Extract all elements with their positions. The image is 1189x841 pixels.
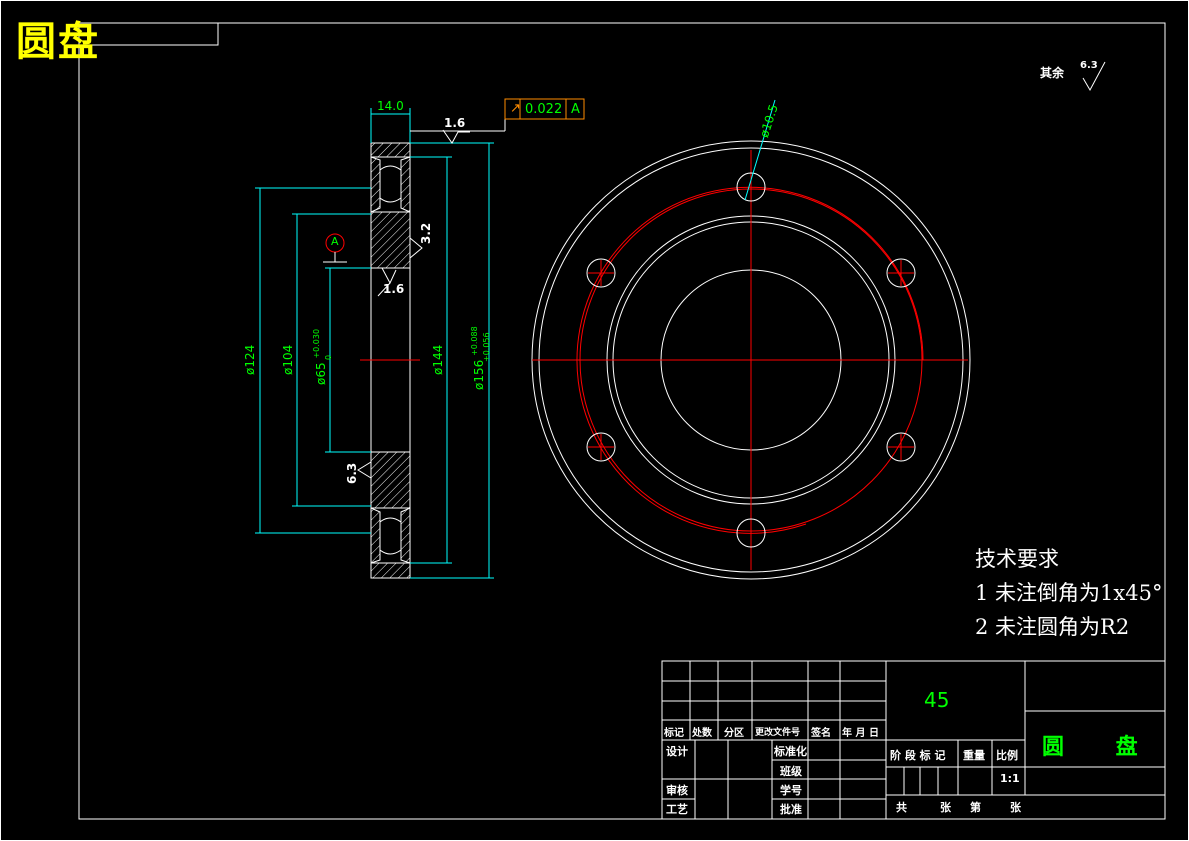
outer-frame (0, 0, 1189, 841)
sheets-unit-2: 张 (1010, 801, 1021, 814)
dim-d65-tol-lower: 0 (324, 354, 333, 360)
datum-label: A (331, 235, 339, 248)
total-sheets-label: 共 (896, 801, 907, 814)
weight-label: 重量 (963, 749, 985, 762)
scale-label: 比例 (996, 749, 1018, 762)
ratio-value: 1:1 (1000, 772, 1020, 785)
header-count: 处数 (692, 728, 712, 739)
dim-d144: ø144 (431, 344, 445, 375)
bottom-roughness: 1.6 (383, 282, 405, 296)
header-sign: 签名 (811, 728, 831, 739)
hatch-bottom (370, 562, 411, 579)
student-id-label: 学号 (780, 784, 802, 797)
dim-d65-value: ø65 (314, 362, 328, 385)
class-label: 班级 (780, 765, 802, 778)
tech-item-2: 2 未注圆角为R2 (975, 615, 1130, 639)
dim-d156-tol-upper: +0.088 (470, 326, 479, 356)
top-roughness: 1.6 (444, 116, 466, 130)
dim-d124: ø124 (243, 344, 257, 375)
sheet-no-label: 第 (970, 801, 981, 814)
material-value: 45 (924, 688, 950, 712)
sheets-unit-1: 张 (940, 801, 951, 814)
dim-d156-value: ø156 (472, 359, 486, 390)
section-view (360, 142, 420, 579)
tech-heading: 技术要求 (975, 547, 1059, 571)
header-mark: 标记 (664, 728, 684, 739)
process-label: 工艺 (666, 803, 688, 816)
inner-frame (78, 22, 1166, 820)
technical-requirements: 技术要求 1 未注倒角为1x45° 2 未注圆角为R2 (975, 542, 1162, 644)
drawing-title: 圆盘 (16, 19, 100, 65)
tolerance-value: 0.022 (525, 102, 563, 117)
lower-roughness: 6.3 (345, 462, 359, 484)
width-dimension: 14.0 (377, 99, 404, 113)
tolerance-datum: A (571, 102, 580, 117)
front-view (531, 99, 971, 580)
inner-roughness: 3.2 (419, 222, 433, 244)
header-date: 年 月 日 (842, 728, 879, 739)
dim-d156-tol-lower: +0.056 (482, 332, 491, 362)
dim-d104: ø104 (281, 344, 295, 375)
dim-d65-tol-upper: +0.030 (312, 328, 321, 359)
roughness-other-value: 6.3 (1080, 60, 1098, 71)
design-label: 设计 (666, 745, 688, 758)
tech-item-1: 1 未注倒角为1x45° (975, 581, 1163, 605)
header-change-doc: 更改文件号 (755, 728, 801, 738)
hatch-lower-mid (370, 451, 411, 509)
hatch-upper-mid (370, 211, 411, 269)
approve-label: 批准 (780, 803, 802, 816)
roughness-other-label: 其余 (1040, 66, 1065, 80)
standardization-label: 标准化 (774, 745, 807, 758)
hatch-top (370, 142, 411, 158)
part-name: 圆 盘 (1042, 735, 1140, 760)
tolerance-symbol: ↗ (510, 101, 521, 116)
review-label: 审核 (666, 784, 688, 797)
header-zone: 分区 (724, 728, 744, 739)
stage-mark-label: 阶 段 标 记 (890, 749, 946, 762)
engineering-drawing (0, 0, 1189, 841)
roughness-marks (357, 61, 1106, 479)
